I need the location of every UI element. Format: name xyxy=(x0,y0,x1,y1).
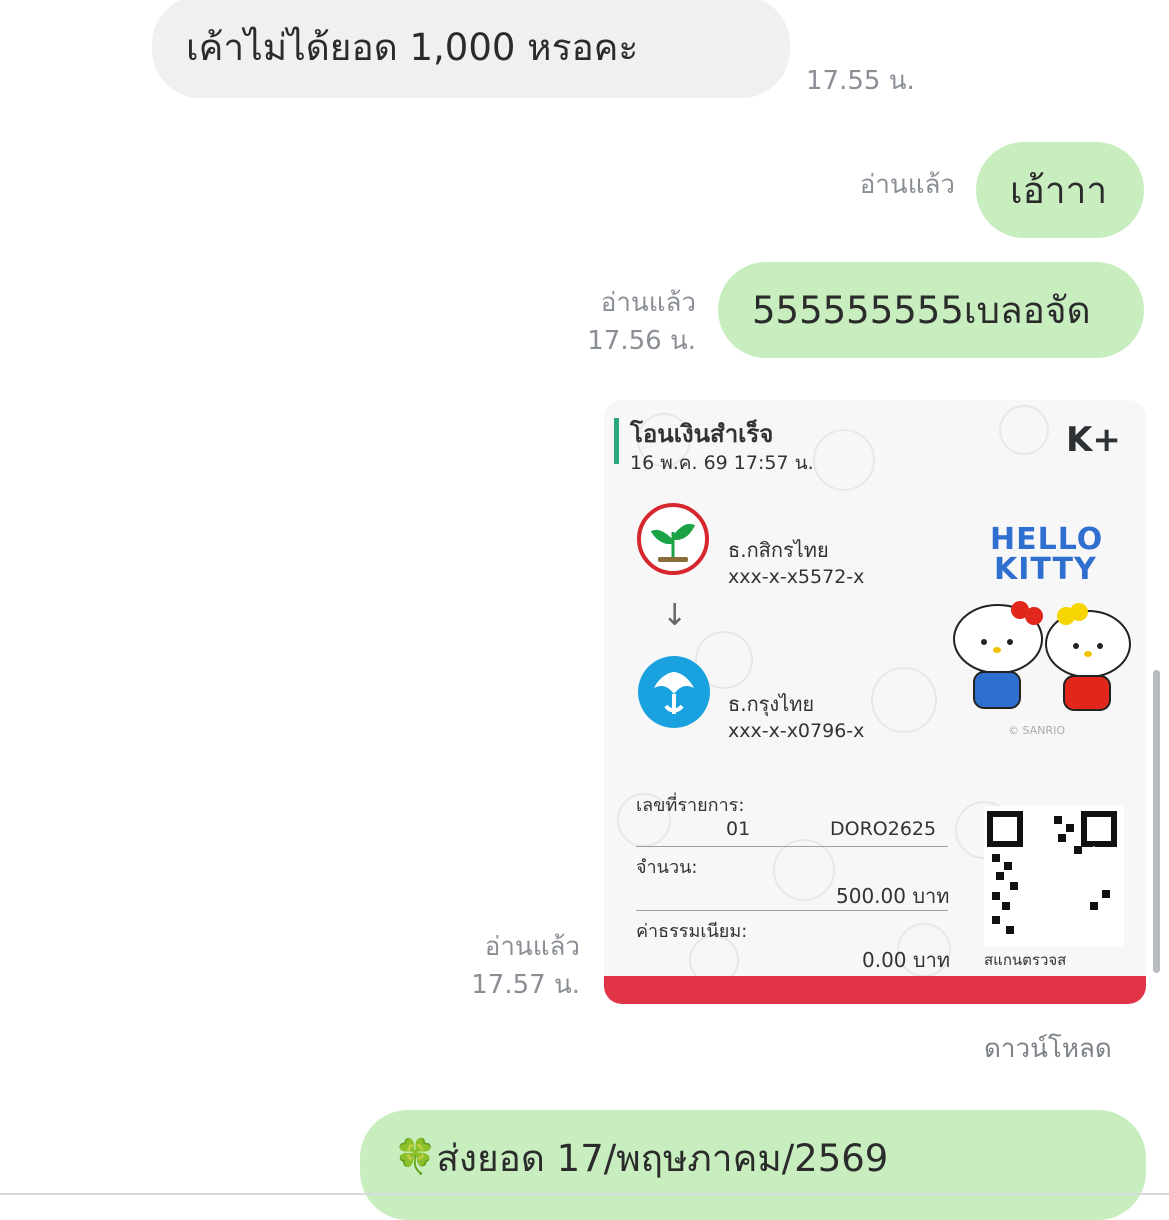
arrow-down-icon: ↓ xyxy=(662,598,688,633)
outgoing-message-bubble[interactable]: เอ้าาา xyxy=(976,142,1144,238)
from-bank-name: ธ.กสิกรไทย xyxy=(728,538,829,562)
receipt-datetime: 16 พ.ค. 69 17:57 น. xyxy=(630,452,814,474)
to-account-number: xxx-x-x0796-x xyxy=(728,720,865,742)
read-receipt: อ่านแล้ว xyxy=(484,932,580,962)
hello-kitty-characters-image xyxy=(953,601,1131,711)
message-text: เค้าไม่ได้ยอด 1,000 หรอคะ xyxy=(186,25,639,69)
qr-caption: สแกนตรวจส xyxy=(984,951,1067,969)
incoming-message-bubble[interactable]: เค้าไม่ได้ยอด 1,000 หรอคะ xyxy=(152,0,790,98)
input-bar-divider xyxy=(0,1193,1169,1195)
ktb-logo-icon xyxy=(638,656,710,728)
slip-footer-strip xyxy=(604,976,1146,1004)
from-account-number: xxx-x-x5572-x xyxy=(728,566,865,588)
copyright-text: © SANRIO xyxy=(1008,724,1065,737)
clover-icon: 🍀 xyxy=(394,1137,437,1177)
read-receipt: อ่านแล้ว xyxy=(859,170,955,200)
divider xyxy=(636,910,948,911)
amount-value: 500.00 บาท xyxy=(836,884,950,908)
ref-label: เลขที่รายการ: xyxy=(636,795,745,816)
qr-code-image xyxy=(984,806,1124,946)
ref-number-start: 01 xyxy=(726,818,751,840)
fee-label: ค่าธรรมเนียม: xyxy=(636,921,748,942)
message-text: ส่งยอด 17/พฤษภาคม/2569 xyxy=(436,1137,889,1180)
read-receipt: อ่านแล้ว xyxy=(600,288,696,318)
message-time: 17.55 น. xyxy=(806,66,915,96)
title-accent xyxy=(614,418,619,464)
fee-value: 0.00 บาท xyxy=(862,948,950,972)
ref-number-end: DORO2625 xyxy=(830,818,937,840)
kplus-logo: K+ xyxy=(1066,420,1121,460)
outgoing-message-bubble[interactable]: 🍀 ส่งยอด 17/พฤษภาคม/2569 xyxy=(360,1110,1146,1220)
divider xyxy=(636,846,948,847)
to-bank-name: ธ.กรุงไทย xyxy=(728,692,815,716)
amount-label: จำนวน: xyxy=(636,857,698,878)
message-time: 17.57 น. xyxy=(471,970,580,1000)
transfer-slip-image[interactable]: โอนเงินสำเร็จ 16 พ.ค. 69 17:57 น. K+ ธ.ก… xyxy=(604,400,1146,1004)
message-text: 555555555เบลอจัด xyxy=(752,288,1091,332)
download-link[interactable]: ดาวน์โหลด xyxy=(984,1030,1112,1069)
scrollbar[interactable] xyxy=(1153,670,1160,973)
message-text: เอ้าาา xyxy=(1010,168,1108,212)
hello-kitty-logo-2: KITTY xyxy=(994,552,1097,587)
kbank-logo-icon xyxy=(637,503,709,575)
outgoing-message-bubble[interactable]: 555555555เบลอจัด xyxy=(718,262,1144,358)
message-time: 17.56 น. xyxy=(587,326,696,356)
